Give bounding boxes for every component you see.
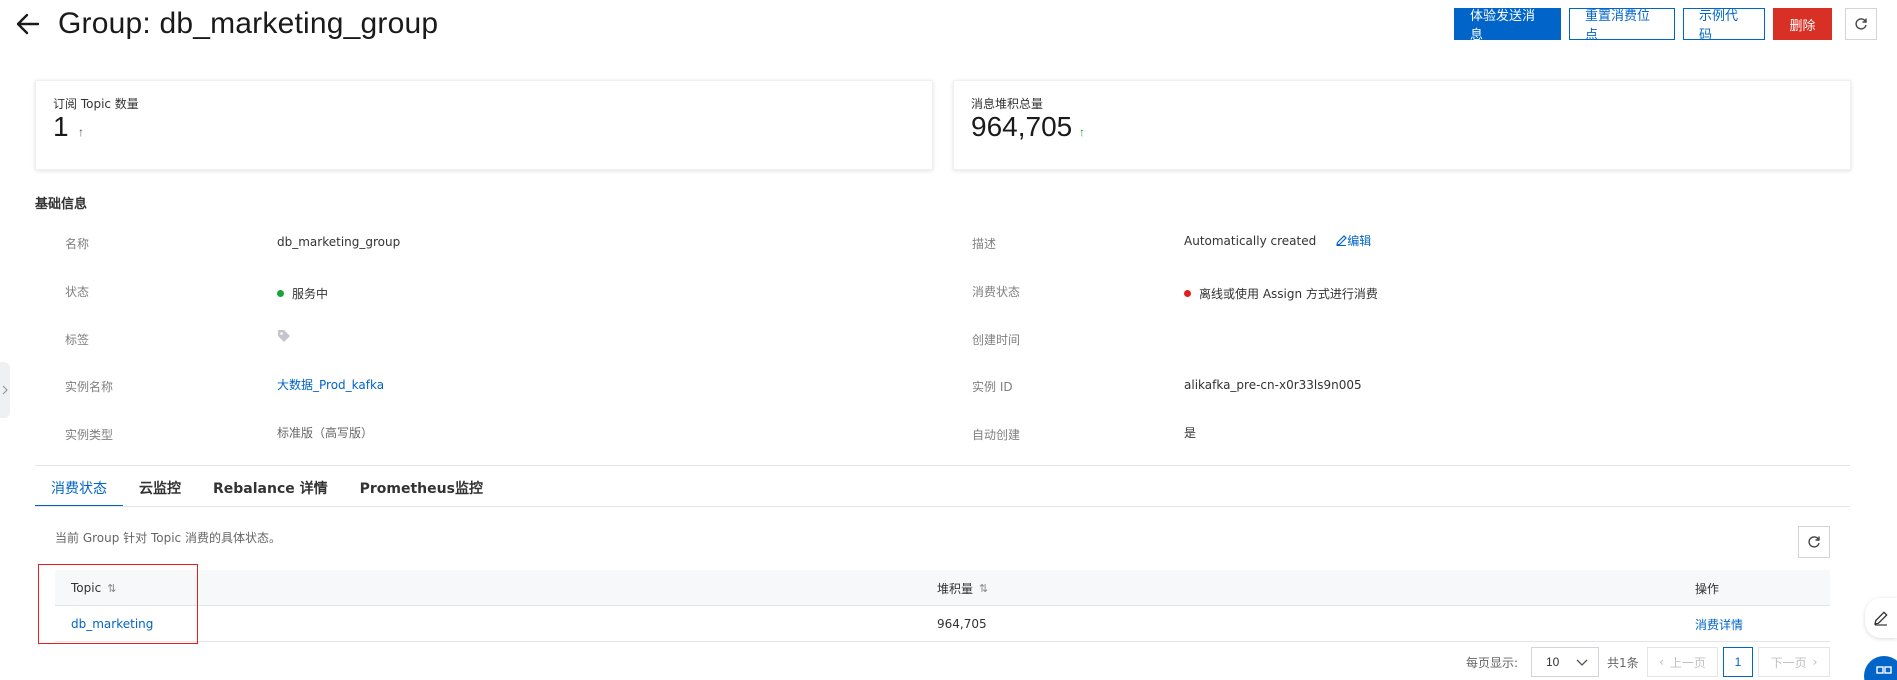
status-dot-icon (1184, 290, 1191, 297)
table-row: db_marketing 964,705 消费详情 (55, 606, 1830, 642)
divider (35, 465, 1850, 466)
table-refresh-button[interactable] (1798, 526, 1830, 558)
chevron-left-icon: ‹ (1659, 655, 1664, 669)
instance-name-link[interactable]: 大数据_Prod_kafka (277, 376, 384, 393)
total-count: 共1条 (1607, 655, 1639, 670)
prev-page-label: 上一页 (1669, 655, 1706, 670)
info-label-status: 状态 (65, 285, 90, 299)
next-page-label: 下一页 (1770, 655, 1807, 670)
tab-prometheus-monitor[interactable]: Prometheus监控 (344, 476, 499, 507)
prev-page-button[interactable]: ‹ 上一页 (1647, 647, 1718, 677)
info-value-status: 服务中 (277, 285, 328, 302)
consume-status-text: 离线或使用 Assign 方式进行消费 (1199, 287, 1378, 301)
info-label-instance-id: 实例 ID (972, 380, 1013, 394)
column-header-backlog[interactable]: 堆积量 ⇅ (937, 570, 988, 606)
edit-description-link[interactable]: 编辑 (1336, 232, 1371, 249)
column-header-topic[interactable]: Topic ⇅ (71, 570, 116, 606)
send-test-message-button[interactable]: 体验发送消息 (1454, 8, 1561, 43)
column-header-actions: 操作 (1695, 581, 1720, 596)
next-page-button[interactable]: 下一页 › (1758, 647, 1830, 677)
apps-grid-button[interactable] (1864, 656, 1897, 680)
tab-rebalance-details[interactable]: Rebalance 详情 (197, 476, 344, 507)
sample-code-button[interactable]: 示例代码 (1683, 8, 1765, 43)
refresh-icon (1855, 18, 1867, 30)
info-value-name: db_marketing_group (277, 235, 401, 249)
page-title: Group: db_marketing_group (58, 7, 439, 40)
per-page-select[interactable]: 10 (1531, 647, 1599, 677)
tab-consume-status[interactable]: 消费状态 (35, 476, 123, 507)
grid-icon (1876, 666, 1892, 674)
trend-up-icon: ↑ (78, 125, 84, 139)
chevron-right-icon (2, 385, 8, 395)
column-label: 堆积量 (937, 581, 974, 596)
trend-up-icon: ↑ (1079, 125, 1085, 139)
info-label-tags: 标签 (65, 333, 90, 347)
table-header: Topic ⇅ 堆积量 ⇅ 操作 (55, 570, 1830, 606)
stat-card-backlog-total: 消息堆积总量 964,705 ↑ (953, 80, 1851, 170)
description-text: Automatically created (1184, 233, 1317, 248)
backlog-value: 964,705 (937, 617, 987, 631)
info-label-name: 名称 (65, 237, 90, 251)
info-label-instance-name: 实例名称 (65, 380, 114, 394)
status-dot-icon (277, 290, 284, 297)
per-page-value: 10 (1546, 655, 1560, 669)
delete-button[interactable]: 删除 (1773, 8, 1832, 40)
sort-icon[interactable]: ⇅ (979, 582, 988, 595)
collapse-handle[interactable] (0, 362, 10, 418)
info-label-created-time: 创建时间 (972, 333, 1021, 347)
chevron-down-icon (1576, 659, 1588, 666)
feedback-edit-button[interactable] (1865, 598, 1897, 638)
stat-label: 订阅 Topic 数量 (53, 97, 139, 111)
header-actions: 体验发送消息 重置消费位点 示例代码 删除 (1454, 8, 1832, 43)
info-label-consume-status: 消费状态 (972, 285, 1021, 299)
stat-label: 消息堆积总量 (971, 97, 1044, 111)
info-value-auto-created: 是 (1184, 426, 1197, 440)
table-description: 当前 Group 针对 Topic 消费的具体状态。 (55, 531, 281, 545)
info-value-description: Automatically created 编辑 (1184, 232, 1371, 249)
info-value-instance-id: alikafka_pre-cn-x0r33ls9n005 (1184, 378, 1362, 392)
column-label: Topic (71, 581, 102, 595)
topic-link[interactable]: db_marketing (71, 606, 153, 642)
info-value-consume-status: 离线或使用 Assign 方式进行消费 (1184, 285, 1378, 302)
status-text: 服务中 (292, 287, 329, 301)
page-number-1[interactable]: 1 (1723, 647, 1753, 677)
edit-icon (1874, 611, 1888, 626)
sort-icon[interactable]: ⇅ (107, 582, 116, 595)
tab-cloud-monitor[interactable]: 云监控 (123, 476, 197, 507)
refresh-icon (1808, 536, 1820, 548)
info-label-description: 描述 (972, 237, 997, 251)
back-arrow-icon[interactable] (14, 10, 42, 38)
section-title-basic-info: 基础信息 (35, 197, 88, 212)
edit-icon (1336, 235, 1348, 246)
tab-bar: 消费状态 云监控 Rebalance 详情 Prometheus监控 (35, 476, 499, 507)
tabs-underline (35, 506, 1850, 507)
reset-offset-button[interactable]: 重置消费位点 (1569, 8, 1675, 43)
stat-value: 1 (53, 111, 69, 142)
per-page-label: 每页显示: (1466, 655, 1519, 670)
tag-icon[interactable] (277, 329, 291, 343)
info-label-auto-created: 自动创建 (972, 428, 1021, 442)
chevron-right-icon: › (1812, 655, 1818, 669)
refresh-button[interactable] (1845, 8, 1877, 40)
stat-card-topic-count: 订阅 Topic 数量 1 ↑ (35, 80, 933, 170)
info-value-instance-type: 标准版（高写版） (277, 426, 374, 440)
info-label-instance-type: 实例类型 (65, 428, 114, 442)
stat-value: 964,705 (971, 111, 1073, 142)
consume-details-link[interactable]: 消费详情 (1695, 606, 1743, 642)
edit-label: 编辑 (1347, 234, 1372, 248)
page-header: Group: db_marketing_group 体验发送消息 重置消费位点 … (0, 0, 1897, 52)
